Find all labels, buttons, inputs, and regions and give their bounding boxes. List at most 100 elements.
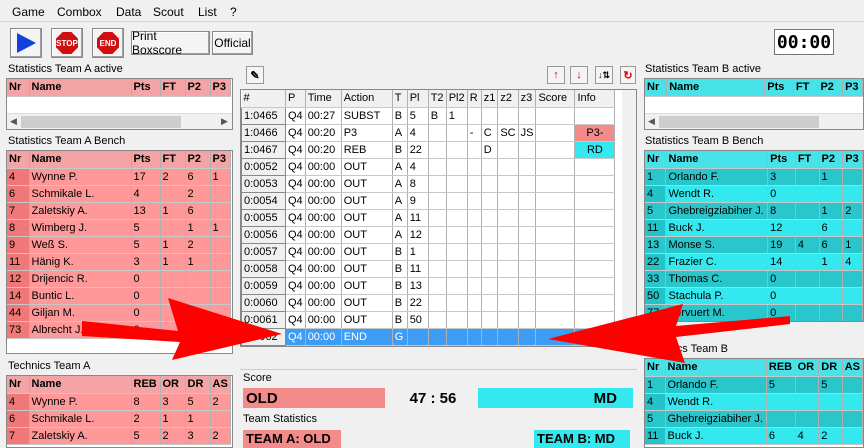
column-header[interactable]: Pl (407, 90, 429, 108)
table-row[interactable]: 12 Drijencic R. 0 (7, 270, 231, 288)
table-row[interactable]: 1 Orlando F. 5 5 (645, 376, 863, 394)
column-header[interactable]: FT (795, 151, 820, 169)
menu-combox[interactable]: Combox (57, 5, 102, 19)
actions-vertical-scrollbar[interactable] (622, 90, 636, 346)
table-row[interactable]: 0:0056 Q4 00:00 OUT A 12 (241, 225, 616, 244)
column-header[interactable]: Name (29, 151, 132, 169)
actions-grid[interactable]: # P Time Action T Pl T2 Pl2 Rz1 z2 z3 Score Info 1:04… (240, 89, 637, 347)
column-header[interactable]: AS (210, 376, 231, 394)
table-row[interactable]: 0:0059 Q4 00:00 OUT B 13 (241, 276, 616, 295)
edit-icon[interactable]: ✎ (246, 66, 264, 84)
column-header[interactable]: Pl2 (446, 90, 468, 108)
column-header[interactable]: R (467, 90, 482, 108)
end-button[interactable]: END (92, 28, 124, 58)
column-header[interactable]: P2 (819, 151, 844, 169)
table-row[interactable]: 1:0465 Q4 00:27 SUBST B 5 B 1 (241, 106, 616, 125)
column-header[interactable]: Pts (767, 151, 796, 169)
column-header[interactable]: Nr (645, 151, 667, 169)
column-header[interactable]: P3 (210, 151, 231, 169)
table-row[interactable]: 11 Buck J. 12 6 (645, 219, 863, 237)
table-row[interactable]: 50 Stachula P. 0 (645, 287, 863, 305)
column-header[interactable]: Nr (7, 79, 30, 97)
column-header[interactable]: Pts (131, 151, 161, 169)
column-header[interactable]: Name (29, 79, 132, 97)
column-header[interactable]: FT (160, 79, 186, 97)
horizontal-scrollbar[interactable]: ◀ (645, 113, 863, 129)
sort-icon[interactable]: ↓⇅ (595, 66, 613, 84)
table-row[interactable]: 11 Hänig K. 3 1 1 (7, 253, 231, 271)
table-row[interactable]: 73 Albrecht J. 0 (7, 321, 231, 339)
stop-button[interactable]: STOP (51, 28, 83, 58)
column-header[interactable]: Nr (7, 376, 30, 394)
column-header[interactable]: T2 (428, 90, 447, 108)
table-row[interactable]: 44 Giljan M. 0 (7, 304, 231, 322)
stats-team-b-bench-grid[interactable]: Nr Name Pts FT P2 P3 1 Orlando F. 3 1 4 Wendt R. 0 5 G… (644, 150, 864, 322)
table-row[interactable]: 1:0467 Q4 00:20 REB B 22 D RD (241, 140, 616, 159)
table-row[interactable]: 1 Orlando F. 3 1 (645, 168, 863, 186)
scroll-left-icon[interactable]: ◀ (10, 116, 17, 127)
table-row[interactable]: 7 Zaletskiy A. 5 2 3 2 (7, 427, 231, 445)
move-up-icon[interactable]: ↑ (547, 66, 565, 84)
column-header[interactable]: z1 (481, 90, 499, 108)
play-button[interactable] (10, 28, 42, 58)
column-header[interactable]: OR (795, 359, 820, 377)
table-row[interactable]: 1:0466 Q4 00:20 P3 A 4 - C SC JS P3- (241, 123, 616, 142)
column-header[interactable]: OR (160, 376, 186, 394)
table-row[interactable]: 0:0062 Q4 00:00 END G (241, 327, 616, 346)
horizontal-scrollbar[interactable]: ◀ ▶ (7, 113, 232, 129)
column-header[interactable]: Name (29, 376, 132, 394)
column-header[interactable]: Name (665, 151, 769, 169)
table-row[interactable]: 0:0057 Q4 00:00 OUT B 1 (241, 242, 616, 261)
table-row[interactable]: 77 Vervuert M. 0 (645, 304, 863, 321)
technics-team-a-grid[interactable]: Nr Name REB OR DR AS 4 Wynne P. 8 3 5 2 6 Schmikale L… (6, 375, 233, 448)
table-row[interactable]: 4 Wynne P. 17 2 6 1 (7, 168, 231, 186)
column-header[interactable]: Score (535, 90, 576, 108)
print-boxscore-button[interactable]: Print Boxscore (131, 29, 210, 57)
column-header[interactable]: Time (305, 90, 342, 108)
column-header[interactable]: Action (341, 90, 393, 108)
column-header[interactable]: z3 (518, 90, 537, 108)
table-row[interactable]: 4 Wendt R. (645, 393, 863, 411)
table-row[interactable]: 6 Schmikale L. 2 1 1 (7, 410, 231, 428)
column-header[interactable]: P2 (185, 151, 211, 169)
column-header[interactable]: AS (842, 359, 863, 377)
table-row[interactable]: 0:0053 Q4 00:00 OUT A 8 (241, 174, 616, 193)
column-header[interactable]: T (392, 90, 408, 108)
column-header[interactable]: Nr (7, 151, 30, 169)
column-header[interactable]: REB (766, 359, 796, 377)
refresh-icon[interactable]: ↻ (620, 66, 636, 84)
menu-help[interactable]: ? (230, 5, 237, 19)
scroll-thumb[interactable] (21, 116, 181, 128)
table-row[interactable]: 0:0052 Q4 00:00 OUT A 4 (241, 157, 616, 176)
column-header[interactable]: Nr (645, 359, 666, 377)
scroll-right-icon[interactable]: ▶ (221, 116, 228, 127)
menu-data[interactable]: Data (116, 5, 141, 19)
column-header[interactable]: P3 (842, 79, 863, 97)
column-header[interactable]: Info (574, 90, 616, 108)
column-header[interactable]: DR (185, 376, 211, 394)
menu-scout[interactable]: Scout (153, 5, 184, 19)
table-row[interactable]: 5 Ghebreigziabiher J. 8 1 2 (645, 202, 863, 220)
table-row[interactable]: 0:0060 Q4 00:00 OUT B 22 (241, 293, 616, 312)
stats-team-a-bench-grid[interactable]: Nr Name Pts FT P2 P3 4 Wynne P. 17 2 6 1 6 Schmikale … (6, 150, 233, 354)
table-row[interactable]: 4 Wynne P. 8 3 5 2 (7, 393, 231, 411)
table-row[interactable]: 14 Buntic L. 0 (7, 287, 231, 305)
official-button[interactable]: Official (212, 31, 253, 55)
column-header[interactable]: P2 (817, 79, 844, 97)
table-row[interactable]: 13 Monse S. 19 4 6 1 (645, 236, 863, 254)
table-row[interactable]: 8 Wimberg J. 5 1 1 (7, 219, 231, 237)
table-row[interactable]: 9 Weß S. 5 1 2 (7, 236, 231, 254)
stats-team-a-active-grid[interactable]: Nr Name Pts FT P2 P3 ◀ ▶ (6, 78, 233, 130)
column-header[interactable]: DR (818, 359, 843, 377)
table-row[interactable]: 0:0055 Q4 00:00 OUT A 11 (241, 208, 616, 227)
table-row[interactable]: 0:0054 Q4 00:00 OUT A 9 (241, 191, 616, 210)
table-row[interactable]: 5 Ghebreigziabiher J. (645, 410, 863, 428)
menu-list[interactable]: List (198, 5, 217, 19)
table-row[interactable]: 4 Wendt R. 0 (645, 185, 863, 203)
column-header[interactable]: Name (665, 359, 767, 377)
column-header[interactable]: P3 (210, 79, 231, 97)
column-header[interactable]: FT (160, 151, 186, 169)
column-header[interactable]: P (285, 90, 306, 108)
technics-team-b-grid[interactable]: Nr Name REB OR DR AS 1 Orlando F. 5 5 4 Wendt R. 5 Gh… (644, 358, 864, 448)
table-row[interactable]: 0:0058 Q4 00:00 OUT B 11 (241, 259, 616, 278)
